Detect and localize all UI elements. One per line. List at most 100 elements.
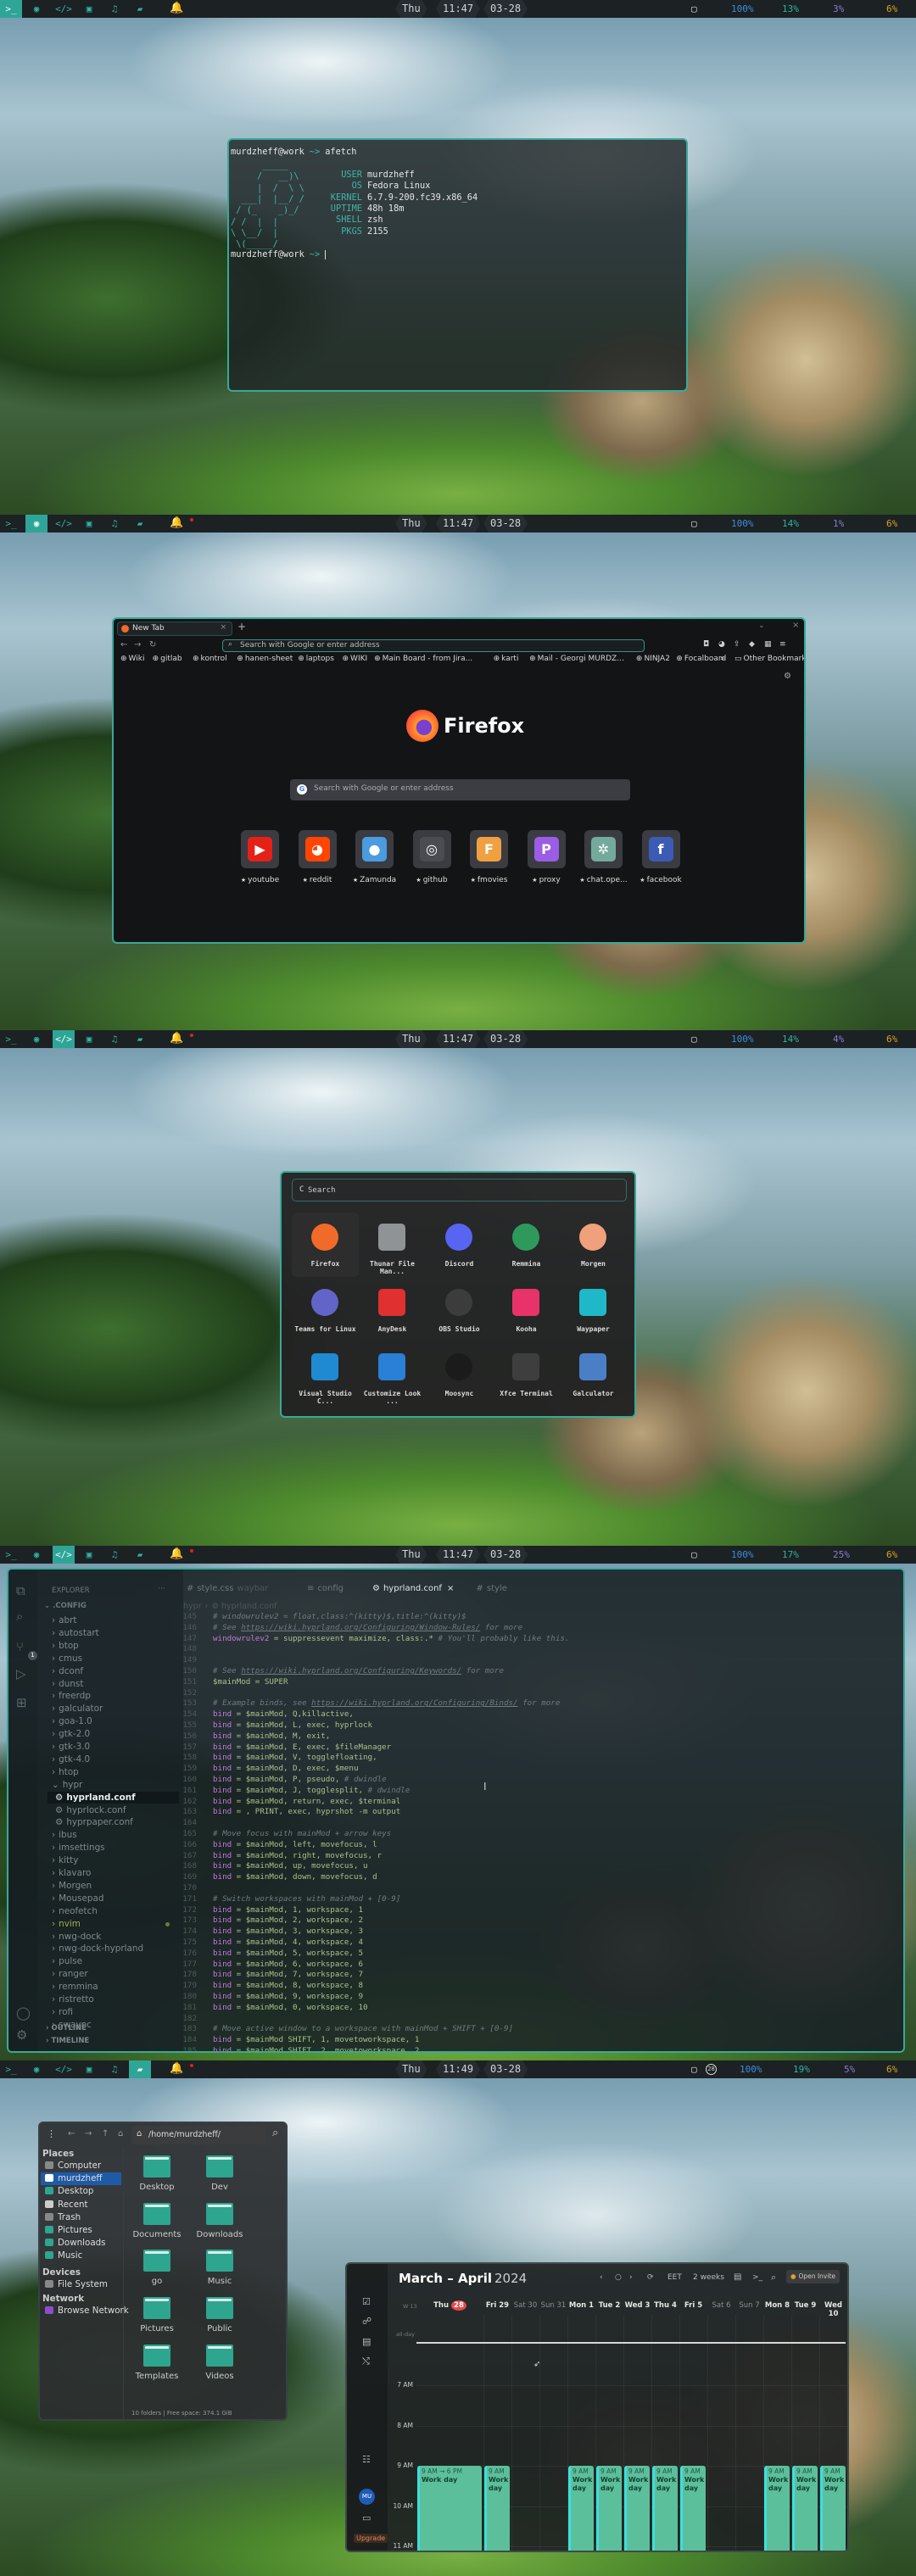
shortcut-fmovies[interactable]: F xyxy=(470,830,508,868)
tray-icon[interactable]: ▢ xyxy=(691,1546,697,1564)
folder-label[interactable]: Desktop xyxy=(123,2183,191,2192)
clock[interactable]: 11:47 xyxy=(436,1030,480,1048)
editor-tab-active[interactable]: ⚙ hyprland.conf × xyxy=(372,1584,454,1593)
account-icon[interactable]: ◯ xyxy=(16,2005,31,2021)
home-icon[interactable]: ⌂ xyxy=(118,2129,123,2138)
event-work-day[interactable]: 9 AM Work day xyxy=(484,2466,510,2551)
notification-bell-icon[interactable]: 🔔 xyxy=(170,516,183,529)
event-work-day[interactable]: 9 AM Work day xyxy=(764,2466,790,2551)
workspace-button-1[interactable]: >_ xyxy=(0,2060,22,2078)
sidebar-item-computer[interactable]: Computer xyxy=(45,2161,101,2171)
workspace-button-1[interactable]: >_ xyxy=(0,1030,22,1048)
bookmarks-overflow-icon[interactable]: » xyxy=(720,655,725,663)
bookmark-item[interactable]: ⊕ Mail - Georgi MURDZ... xyxy=(529,655,624,663)
up-icon[interactable]: ↑ xyxy=(102,2129,109,2138)
section-outline[interactable]: › OUTLINE xyxy=(46,2024,87,2032)
source-control-icon[interactable]: ⑂ xyxy=(16,1639,24,1654)
day-header[interactable]: Sun 7 xyxy=(735,2301,763,2310)
workspace-button-3[interactable]: </> xyxy=(53,2060,75,2078)
app-customize-look[interactable]: Customize Look ... xyxy=(359,1342,426,1407)
folder-item[interactable]: › ranger xyxy=(52,1969,88,1979)
firefox-window[interactable]: New Tab × + ⌄ × ← → ↻ ⌕ Search with Google or ent… xyxy=(112,617,806,944)
prev-button[interactable]: ‹ xyxy=(600,2273,603,2282)
day-header[interactable]: Sun 31 xyxy=(539,2301,567,2310)
editor-tab[interactable]: # style xyxy=(477,1584,507,1593)
shortcut-youtube[interactable]: ▶ xyxy=(241,830,279,868)
workspace-button-6[interactable]: ▰ xyxy=(129,0,151,18)
notification-bell-icon[interactable]: 🔔 xyxy=(170,2062,183,2075)
volume-indicator[interactable]: 100% xyxy=(731,1030,754,1048)
tray-icon[interactable]: ▢ xyxy=(691,515,697,532)
open-invite-button[interactable]: ● Open Invite xyxy=(786,2270,840,2283)
app-moosync[interactable]: Moosync xyxy=(426,1342,493,1407)
bookmark-item[interactable]: ⊕ laptops xyxy=(298,655,334,663)
reload-icon[interactable]: ↻ xyxy=(149,640,156,650)
workspace-button-1[interactable]: >_ xyxy=(0,1546,22,1564)
folder-label[interactable]: Public xyxy=(186,2324,254,2333)
app-galculator[interactable]: Galculator xyxy=(560,1342,627,1407)
timezone-button[interactable]: EET xyxy=(667,2273,682,2282)
day-header[interactable]: Fri 29 xyxy=(483,2301,511,2310)
folder-item[interactable]: › autostart xyxy=(52,1628,99,1638)
close-window-icon[interactable]: × xyxy=(792,621,799,630)
shortcut-label[interactable]: ★ reddit xyxy=(289,876,346,884)
folder-item[interactable]: › dunst xyxy=(52,1679,83,1689)
new-tab-button[interactable]: + xyxy=(237,621,246,633)
folder-item[interactable]: › Morgen xyxy=(52,1881,92,1891)
folder-item[interactable]: › Mousepad xyxy=(52,1893,103,1904)
event-work-day[interactable]: 9 AM Work day xyxy=(568,2466,594,2551)
calendar-window[interactable]: ☑ ☍ ▤ ⤭ ☷ MU ▭ Upgrade March – April 2024 ‹ ○ › ⟳ EET 2… xyxy=(345,2262,849,2552)
back-icon[interactable]: ← xyxy=(68,2129,75,2138)
volume-indicator[interactable]: 100% xyxy=(740,2060,762,2078)
tray-icon[interactable]: ▢ xyxy=(691,1030,697,1048)
file-manager-window[interactable]: ⋮ ← → ↑ ⌂ ⌂ /home/murdzheff/ ⌕ Places Computer mur… xyxy=(38,2122,288,2421)
clock[interactable]: 11:47 xyxy=(436,515,480,532)
bookmark-item[interactable]: ⊕ hanen-sheet xyxy=(237,655,293,663)
shortcut-reddit[interactable]: ◕ xyxy=(298,830,337,868)
folder-item[interactable]: › gtk-3.0 xyxy=(52,1742,90,1752)
file-item[interactable]: ⚙ hyprpaper.conf xyxy=(55,1817,133,1827)
event-work-day[interactable]: 9 AM → 6 PM Work day xyxy=(417,2466,482,2551)
sidebar-item-desktop[interactable]: Desktop xyxy=(45,2186,93,2196)
back-icon[interactable]: ← xyxy=(120,640,127,650)
folder-item[interactable]: › neofetch xyxy=(52,1906,98,1916)
range-select[interactable]: 2 weeks xyxy=(693,2273,724,2282)
tray-icon[interactable]: ▢ xyxy=(691,2060,697,2078)
explorer-icon[interactable]: ⧉ xyxy=(16,1583,25,1598)
workspace-button-1[interactable]: >_ xyxy=(0,515,22,532)
downloads-folder-icon[interactable] xyxy=(206,2202,233,2225)
workspace-button-3[interactable]: </> xyxy=(53,515,75,532)
day-header[interactable]: Sat 6 xyxy=(707,2301,735,2310)
day-header[interactable]: Mon 8 xyxy=(763,2301,791,2310)
app-teams-for-linux[interactable]: Teams for Linux xyxy=(292,1278,359,1342)
team-icon[interactable]: ☷ xyxy=(362,2454,371,2465)
bookmark-item[interactable]: ⊕ kontrol xyxy=(193,655,227,663)
videos-folder-icon[interactable] xyxy=(206,2344,233,2367)
bookmark-item[interactable]: ⊕ Focalboard xyxy=(676,655,726,663)
folder-item[interactable]: › remmina xyxy=(52,1982,98,1992)
folder-item[interactable]: › freerdp xyxy=(52,1691,91,1701)
folder-item[interactable]: › klavaro xyxy=(52,1868,91,1878)
folder-item[interactable]: ⌄ hypr xyxy=(52,1780,82,1790)
app-xfce-terminal[interactable]: Xfce Terminal xyxy=(493,1342,560,1407)
tray-icon[interactable]: ▢ xyxy=(691,0,697,18)
pictures-folder-icon[interactable] xyxy=(143,2297,170,2320)
templates-folder-icon[interactable] xyxy=(143,2344,170,2367)
folder-item[interactable]: › htop xyxy=(52,1767,79,1777)
clock[interactable]: 11:49 xyxy=(436,2060,480,2078)
app-obs-studio[interactable]: OBS Studio xyxy=(426,1278,493,1342)
folder-item[interactable]: › ibus xyxy=(52,1830,77,1840)
workspace-button-6[interactable]: ▰ xyxy=(129,1030,151,1048)
bookmark-item[interactable]: ⊕ NINJA2 xyxy=(636,655,670,663)
list-tabs-icon[interactable]: ⌄ xyxy=(758,622,765,630)
pocket-icon[interactable]: ◘ xyxy=(703,640,709,649)
shield-icon[interactable]: ◆ xyxy=(749,640,755,649)
explorer-more-button[interactable]: ··· xyxy=(158,1585,165,1593)
bookmark-item[interactable]: ⊕ gitlab xyxy=(153,655,182,663)
search-icon[interactable]: ⌕ xyxy=(272,2127,278,2139)
launcher-search-input[interactable]: C Search xyxy=(292,1179,627,1202)
app-visual-studio-c[interactable]: Visual Studio C... xyxy=(292,1342,359,1407)
app-morgen[interactable]: Morgen xyxy=(560,1213,627,1277)
app-firefox[interactable]: Firefox xyxy=(292,1213,359,1277)
share-icon[interactable]: ⇪ xyxy=(734,640,740,649)
